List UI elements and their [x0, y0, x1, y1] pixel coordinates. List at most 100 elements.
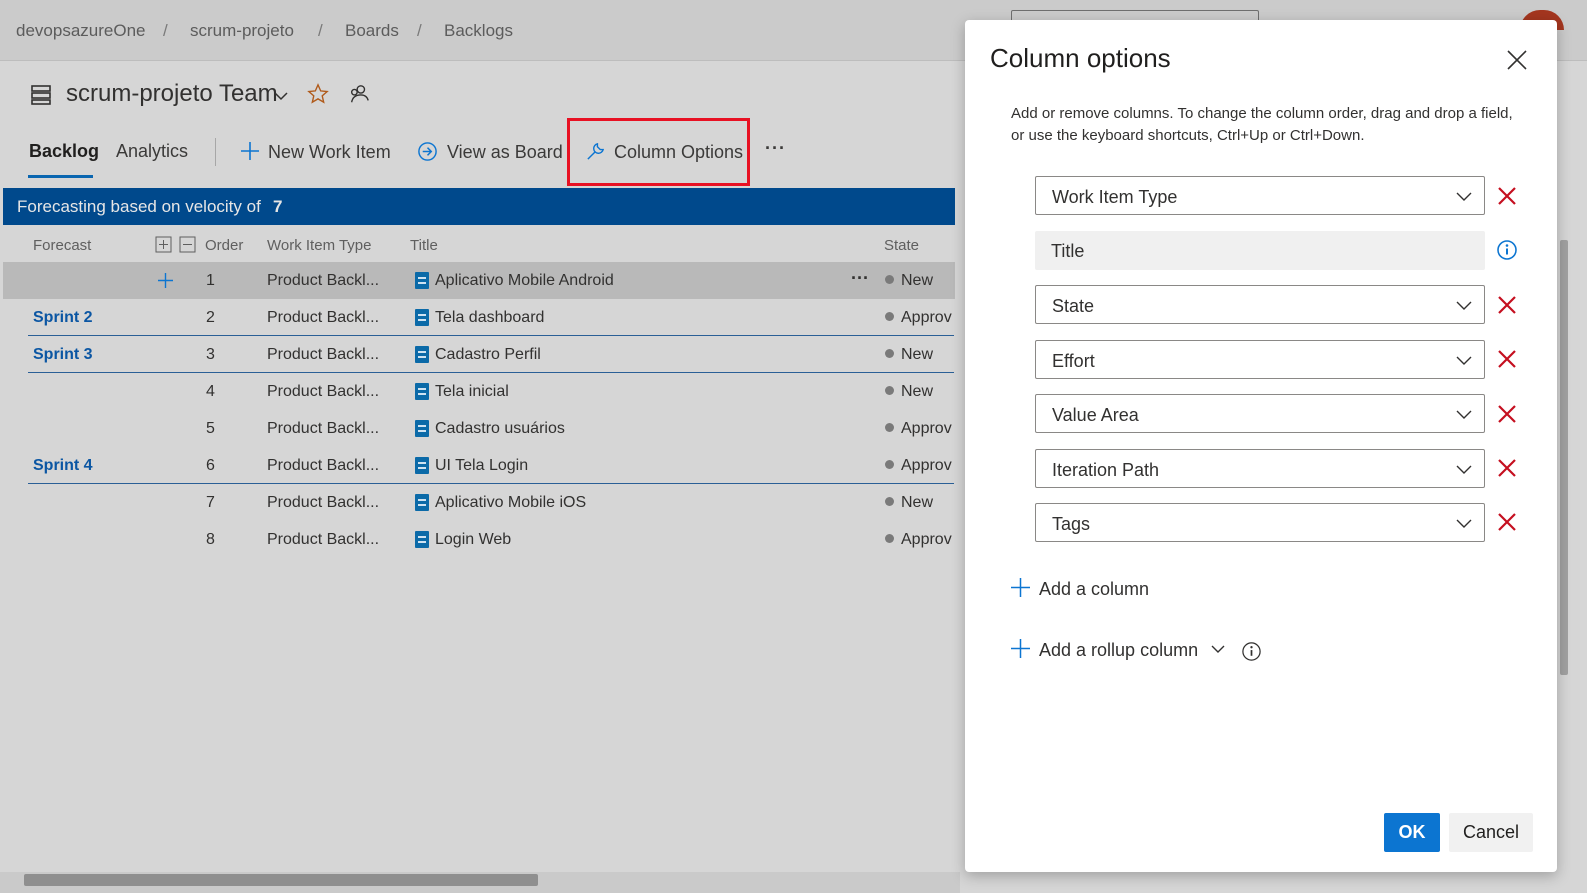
table-row[interactable]: Sprint 3 3 Product Backl... Cadastro Per… — [3, 336, 955, 373]
row-sprint[interactable]: Sprint 4 — [33, 457, 93, 475]
row-state: Approv — [885, 420, 955, 438]
product-backlog-item-icon — [415, 420, 429, 437]
product-backlog-item-icon — [415, 457, 429, 474]
add-rollup-column-button[interactable]: Add a rollup column — [1010, 638, 1225, 661]
column-field-value-area[interactable]: Value Area — [1035, 394, 1485, 433]
add-child-icon[interactable] — [157, 272, 174, 289]
row-title[interactable]: Cadastro Perfil — [435, 346, 541, 364]
remove-column-icon[interactable] — [1497, 295, 1517, 315]
row-state-label: Approv — [901, 309, 952, 326]
state-dot-icon — [885, 497, 894, 506]
column-options-highlight — [567, 118, 750, 186]
product-backlog-item-icon — [415, 272, 429, 289]
remove-column-icon[interactable] — [1497, 512, 1517, 532]
row-more-icon[interactable]: ··· — [851, 268, 869, 289]
new-work-item-button[interactable]: New Work Item — [240, 141, 391, 163]
row-state: Approv — [885, 457, 955, 475]
state-dot-icon — [885, 386, 894, 395]
header-work-item-type[interactable]: Work Item Type — [267, 237, 371, 254]
vertical-scrollbar[interactable] — [1560, 240, 1568, 675]
header-forecast[interactable]: Forecast — [33, 237, 91, 254]
plus-icon — [241, 142, 259, 160]
column-field-state[interactable]: State — [1035, 285, 1485, 324]
horizontal-scrollbar[interactable] — [0, 872, 960, 893]
favorite-star-icon[interactable] — [307, 83, 329, 105]
close-icon[interactable] — [1504, 47, 1530, 73]
breadcrumb-project[interactable]: scrum-projeto — [190, 21, 294, 41]
breadcrumb-boards[interactable]: Boards — [345, 21, 399, 41]
row-title[interactable]: Aplicativo Mobile iOS — [435, 494, 586, 512]
expand-all-icon[interactable] — [155, 236, 172, 253]
breadcrumb-backlogs[interactable]: Backlogs — [444, 21, 513, 41]
ok-button[interactable]: OK — [1384, 813, 1440, 852]
row-type: Product Backl... — [267, 420, 380, 437]
row-state-label: Approv — [901, 457, 952, 474]
table-row[interactable]: 4 Product Backl... Tela inicial New — [3, 373, 955, 410]
product-backlog-item-icon — [415, 531, 429, 548]
tab-bar: Backlog Analytics New Work Item View as … — [0, 128, 960, 178]
chevron-down-icon[interactable] — [1456, 298, 1472, 312]
chevron-down-icon[interactable] — [1456, 516, 1472, 530]
toolbar-divider — [215, 138, 216, 166]
row-order: 3 — [206, 346, 215, 363]
row-sprint[interactable]: Sprint 2 — [33, 309, 93, 327]
column-field-title[interactable]: Title — [1035, 231, 1485, 270]
scrollbar-thumb[interactable] — [24, 874, 538, 886]
row-state-label: Approv — [901, 420, 952, 437]
breadcrumb-org[interactable]: devopsazureOne — [16, 21, 145, 41]
more-actions-icon[interactable]: ··· — [765, 138, 786, 159]
row-type: Product Backl... — [267, 494, 380, 511]
column-field-label: Iteration Path — [1052, 460, 1160, 480]
row-state: Approv — [885, 531, 955, 549]
row-sprint[interactable]: Sprint 3 — [33, 346, 93, 364]
row-order: 4 — [206, 383, 215, 400]
chevron-down-icon[interactable] — [1456, 189, 1472, 203]
remove-column-icon[interactable] — [1497, 349, 1517, 369]
remove-column-icon[interactable] — [1497, 186, 1517, 206]
state-dot-icon — [885, 275, 894, 284]
column-field-iteration-path[interactable]: Iteration Path — [1035, 449, 1485, 488]
table-row[interactable]: 1 Product Backl... Aplicativo Mobile And… — [3, 262, 955, 299]
row-title[interactable]: Tela inicial — [435, 383, 509, 401]
column-field-label: Value Area — [1052, 405, 1139, 425]
column-field-effort[interactable]: Effort — [1035, 340, 1485, 379]
row-order: 6 — [206, 457, 215, 474]
column-field-label: Effort — [1052, 351, 1095, 371]
table-row[interactable]: Sprint 4 6 Product Backl... UI Tela Logi… — [3, 447, 955, 484]
team-members-icon[interactable] — [348, 83, 370, 105]
panel-description: Add or remove columns. To change the col… — [1011, 105, 1513, 144]
chevron-down-icon[interactable] — [273, 90, 289, 102]
header-title[interactable]: Title — [410, 237, 438, 254]
view-as-board-button[interactable]: View as Board — [417, 141, 563, 163]
product-backlog-item-icon — [415, 494, 429, 511]
row-title[interactable]: Tela dashboard — [435, 309, 544, 327]
table-row[interactable]: 8 Product Backl... Login Web Approv — [3, 521, 955, 558]
row-title[interactable]: UI Tela Login — [435, 457, 528, 475]
chevron-down-icon[interactable] — [1211, 644, 1225, 654]
info-icon[interactable] — [1241, 641, 1262, 662]
chevron-down-icon[interactable] — [1456, 353, 1472, 367]
info-icon[interactable] — [1496, 239, 1518, 261]
column-field-tags[interactable]: Tags — [1035, 503, 1485, 542]
table-row[interactable]: 5 Product Backl... Cadastro usuários App… — [3, 410, 955, 447]
chevron-down-icon[interactable] — [1456, 407, 1472, 421]
table-row[interactable]: 7 Product Backl... Aplicativo Mobile iOS… — [3, 484, 955, 521]
team-name[interactable]: scrum-projeto Team — [66, 80, 278, 108]
header-order[interactable]: Order — [205, 237, 243, 254]
table-row[interactable]: Sprint 2 2 Product Backl... Tela dashboa… — [3, 299, 955, 336]
row-state-label: New — [901, 272, 934, 289]
tab-backlog[interactable]: Backlog — [29, 141, 99, 162]
row-state: New — [885, 272, 955, 290]
row-title[interactable]: Cadastro usuários — [435, 420, 565, 438]
row-title[interactable]: Login Web — [435, 531, 511, 549]
collapse-all-icon[interactable] — [179, 236, 196, 253]
cancel-button[interactable]: Cancel — [1449, 813, 1533, 852]
column-field-work-item-type[interactable]: Work Item Type — [1035, 176, 1485, 215]
remove-column-icon[interactable] — [1497, 404, 1517, 424]
header-state[interactable]: State — [884, 237, 919, 254]
tab-analytics[interactable]: Analytics — [116, 141, 188, 162]
remove-column-icon[interactable] — [1497, 458, 1517, 478]
row-title[interactable]: Aplicativo Mobile Android — [435, 272, 614, 290]
chevron-down-icon[interactable] — [1456, 462, 1472, 476]
add-column-button[interactable]: Add a column — [1010, 577, 1149, 600]
